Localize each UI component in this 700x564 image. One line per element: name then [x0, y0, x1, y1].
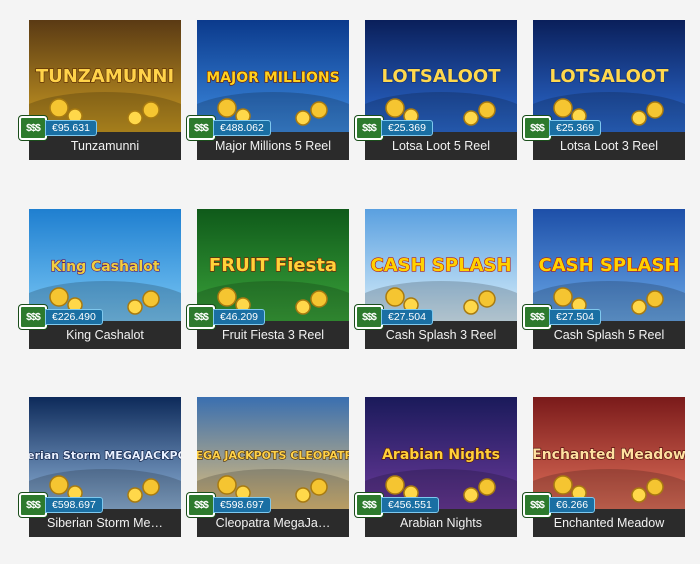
- game-tile[interactable]: MAJOR MILLIONS Major Millions 5 Reel $$$ €4…: [187, 20, 349, 168]
- game-grid: TUNZAMUNNI Tunzamunni $$$ €95.631 MAJOR MILL…: [0, 0, 700, 564]
- jackpot-amount: €456.551: [381, 497, 439, 513]
- game-logo: CASH SPLASH: [538, 255, 679, 276]
- jackpot-amount: €226.490: [45, 309, 103, 325]
- game-logo: CASH SPLASH: [370, 255, 511, 276]
- jackpot-amount: €6.266: [549, 497, 596, 513]
- game-tile[interactable]: Siberian Storm MEGAJACKPOTSSiberian Stor…: [19, 397, 181, 545]
- jackpot-amount: €25.369: [549, 120, 601, 136]
- money-icon: $$$: [523, 493, 551, 517]
- jackpot-badge: $$$ €456.551: [355, 493, 439, 517]
- game-tile[interactable]: CASH SPLASH Cash Splash 3 Reel $$$ €27.504: [355, 209, 517, 357]
- game-logo: LOTSALOOT: [381, 66, 501, 87]
- game-logo: FRUIT Fiesta: [209, 255, 337, 276]
- money-icon: $$$: [19, 305, 47, 329]
- game-logo: King Cashalot: [50, 259, 159, 275]
- money-icon: $$$: [355, 305, 383, 329]
- game-logo: LOTSALOOT: [549, 66, 669, 87]
- jackpot-badge: $$$ €25.369: [355, 116, 433, 140]
- jackpot-badge: $$$ €27.504: [523, 305, 601, 329]
- jackpot-amount: €598.697: [45, 497, 103, 513]
- jackpot-amount: €95.631: [45, 120, 97, 136]
- money-icon: $$$: [187, 116, 215, 140]
- jackpot-amount: €488.062: [213, 120, 271, 136]
- jackpot-amount: €27.504: [549, 309, 601, 325]
- jackpot-amount: €25.369: [381, 120, 433, 136]
- money-icon: $$$: [187, 493, 215, 517]
- money-icon: $$$: [19, 493, 47, 517]
- game-tile[interactable]: King Cashalot King Cashalot $$$ €226.490: [19, 209, 181, 357]
- game-logo: Enchanted Meadow: [533, 447, 685, 463]
- game-logo: MEGA JACKPOTS CLEOPATRA: [197, 449, 349, 462]
- game-logo: Siberian Storm MEGAJACKPOTS: [29, 449, 181, 462]
- jackpot-badge: $$$ €46.209: [187, 305, 265, 329]
- jackpot-badge: $$$ €27.504: [355, 305, 433, 329]
- money-icon: $$$: [19, 116, 47, 140]
- jackpot-amount: €27.504: [381, 309, 433, 325]
- game-tile[interactable]: Arabian Nights Arabian Nights $$$ €456.551: [355, 397, 517, 545]
- game-tile[interactable]: TUNZAMUNNI Tunzamunni $$$ €95.631: [19, 20, 181, 168]
- jackpot-badge: $$$ €25.369: [523, 116, 601, 140]
- money-icon: $$$: [355, 116, 383, 140]
- money-icon: $$$: [523, 116, 551, 140]
- game-logo: Arabian Nights: [382, 447, 500, 463]
- game-tile[interactable]: LOTSALOOT Lotsa Loot 3 Reel $$$ €25.369: [523, 20, 685, 168]
- game-logo: MAJOR MILLIONS: [206, 70, 339, 86]
- game-tile[interactable]: Enchanted Meadow Enchanted Meadow $$$ €6.26…: [523, 397, 685, 545]
- game-logo: TUNZAMUNNI: [36, 66, 174, 87]
- game-tile[interactable]: LOTSALOOT Lotsa Loot 5 Reel $$$ €25.369: [355, 20, 517, 168]
- jackpot-amount: €598.697: [213, 497, 271, 513]
- jackpot-badge: $$$ €6.266: [523, 493, 596, 517]
- jackpot-amount: €46.209: [213, 309, 265, 325]
- money-icon: $$$: [187, 305, 215, 329]
- game-tile[interactable]: MEGA JACKPOTS CLEOPATRACleopatra MegaJa……: [187, 397, 349, 545]
- jackpot-badge: $$$ €598.697: [19, 493, 103, 517]
- game-tile[interactable]: FRUIT Fiesta Fruit Fiesta 3 Reel $$$ €46.20…: [187, 209, 349, 357]
- money-icon: $$$: [523, 305, 551, 329]
- money-icon: $$$: [355, 493, 383, 517]
- jackpot-badge: $$$ €488.062: [187, 116, 271, 140]
- jackpot-badge: $$$ €226.490: [19, 305, 103, 329]
- jackpot-badge: $$$ €95.631: [19, 116, 97, 140]
- game-tile[interactable]: CASH SPLASH Cash Splash 5 Reel $$$ €27.504: [523, 209, 685, 357]
- jackpot-badge: $$$ €598.697: [187, 493, 271, 517]
